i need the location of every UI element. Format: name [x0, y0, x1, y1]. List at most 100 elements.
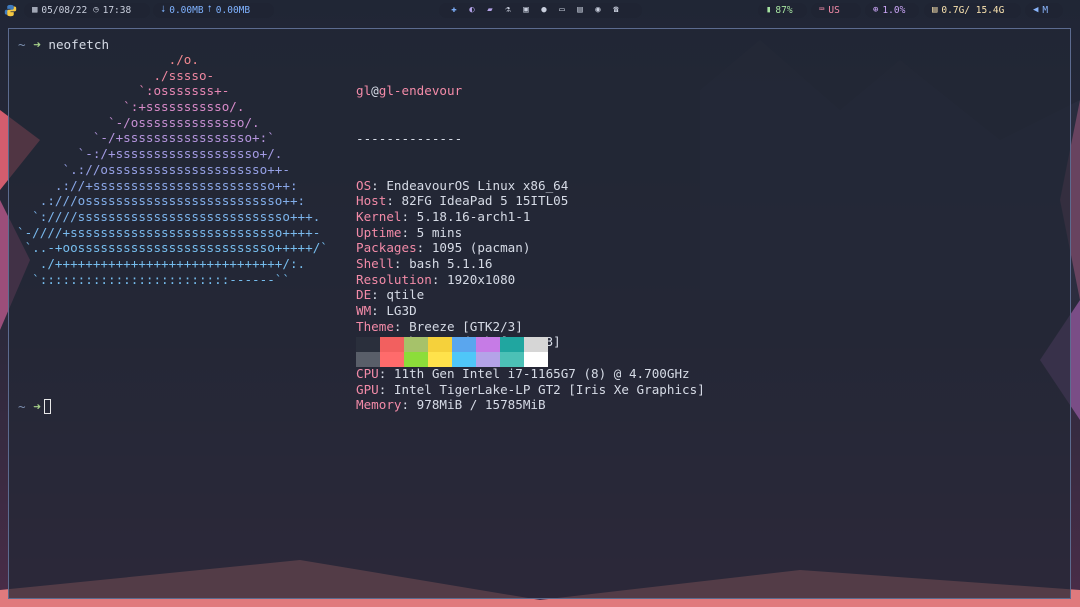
- folder-icon[interactable]: ▰: [481, 3, 499, 18]
- ascii-logo: ./o. ./sssso- `:osssssss+- `:+ssssssssss…: [17, 52, 328, 287]
- python-logo-icon[interactable]: [1, 2, 19, 19]
- telegram-icon[interactable]: ◉: [589, 3, 607, 18]
- info-key: Packages: [356, 240, 417, 256]
- memory-icon: ▤: [932, 5, 938, 15]
- info-key: Kernel: [356, 208, 402, 224]
- cpu-text: 1.0%: [882, 5, 906, 16]
- top-bar: ▦ 05/08/22 ◷ 17:38 ⭣ 0.00MB ⭡ 0.00MB ✚ ◐…: [0, 0, 1080, 22]
- note-icon[interactable]: ▤: [571, 3, 589, 18]
- cpu-widget[interactable]: ⊕ 1.0%: [865, 3, 919, 18]
- ascii-line: ./++++++++++++++++++++++++++++++/:.: [17, 255, 306, 271]
- info-colon: :: [401, 224, 417, 240]
- info-value: 5.18.16-arch1-1: [416, 208, 531, 224]
- text-cursor[interactable]: [43, 399, 51, 414]
- at-sign: @: [371, 83, 379, 99]
- info-value: 978MiB / 15785MiB: [416, 397, 546, 413]
- ascii-line: `:+sssssssssso/.: [17, 99, 245, 115]
- info-line: Packages: 1095 (pacman): [356, 240, 705, 256]
- prompt-dir: ~: [18, 37, 26, 52]
- info-list: OS: EndeavourOS Linux x86_64 Host: 82FG I…: [356, 178, 705, 413]
- ascii-line: `-:/+sssssssssssssssssso+/.: [17, 146, 283, 162]
- palette-row-bottom: [356, 352, 548, 367]
- info-value: EndeavourOS Linux x86_64: [386, 177, 569, 193]
- info-colon: :: [378, 381, 394, 397]
- info-value: 5 mins: [416, 224, 463, 240]
- info-line: Resolution: 1920x1080: [356, 272, 705, 288]
- color-swatch: [476, 337, 500, 352]
- terminal-window[interactable]: ~ ➜ neofetch ./o. ./sssso- `:osssssss+- …: [8, 28, 1071, 599]
- info-line: DE: qtile: [356, 287, 705, 303]
- info-colon: :: [416, 240, 432, 256]
- upload-icon: ⭡: [207, 5, 212, 15]
- info-line: OS: EndeavourOS Linux x86_64: [356, 178, 705, 194]
- system-info: gl@gl-endevour -------------- OS: Endeav…: [356, 52, 705, 444]
- image-icon[interactable]: ▣: [517, 3, 535, 18]
- info-value: 82FG IdeaPad 5 15ITL05: [401, 193, 569, 209]
- ascii-line: `-/ossssssssssssso/.: [17, 114, 260, 130]
- info-value: qtile: [386, 287, 425, 303]
- firefox-icon[interactable]: ◐: [463, 3, 481, 18]
- info-line: Kernel: 5.18.16-arch1-1: [356, 209, 705, 225]
- color-swatch: [380, 352, 404, 367]
- ascii-line: `:::::::::::::::::::::::::------``: [17, 271, 290, 287]
- volume-icon: ◀: [1033, 5, 1039, 15]
- info-key: OS: [356, 177, 372, 193]
- memory-text: 0.7G/ 15.4G: [941, 5, 1005, 16]
- second-prompt-line[interactable]: ~ ➜: [18, 399, 51, 415]
- prompt-arrow-icon-2: ➜: [33, 399, 41, 414]
- prompt-dir-2: ~: [18, 399, 26, 414]
- info-colon: :: [393, 256, 410, 272]
- info-value: 1095 (pacman): [431, 240, 531, 256]
- ascii-line: .://+ssssssssssssssssssssssso++:: [17, 177, 298, 193]
- info-key: Uptime: [356, 224, 402, 240]
- info-key: CPU: [356, 365, 379, 381]
- monitor-icon[interactable]: ▭: [553, 3, 571, 18]
- info-line: WM: LG3D: [356, 303, 705, 319]
- time-text: 17:38: [102, 5, 132, 16]
- info-line: Memory: 978MiB / 15785MiB: [356, 397, 705, 413]
- info-line: Uptime: 5 mins: [356, 225, 705, 241]
- ascii-line: .:///ossssssssssssssssssssssssso++:: [17, 193, 306, 209]
- battery-widget[interactable]: ▮ 87%: [758, 3, 807, 18]
- info-value: Intel TigerLake-LP GT2 [Iris Xe Graphics…: [393, 381, 705, 397]
- phone-icon[interactable]: ☎: [607, 3, 625, 18]
- info-line: CPU: 11th Gen Intel i7-1165G7 (8) @ 4.70…: [356, 366, 705, 382]
- info-colon: :: [401, 208, 417, 224]
- color-swatch: [380, 337, 404, 352]
- prompt-arrow-icon: ➜: [33, 37, 41, 52]
- app-launcher: ✚ ◐ ▰ ⚗ ▣ ● ▭ ▤ ◉ ☎: [439, 3, 642, 18]
- color-swatch: [452, 337, 476, 352]
- network-widget[interactable]: ⭣ 0.00MB ⭡ 0.00MB: [153, 3, 274, 18]
- hostname: gl-endevour: [378, 83, 463, 99]
- github-icon[interactable]: ●: [535, 3, 553, 18]
- net-up-text: 0.00MB: [215, 5, 251, 16]
- info-value: LG3D: [386, 303, 417, 319]
- color-swatch: [404, 352, 428, 367]
- color-swatch: [476, 352, 500, 367]
- download-icon: ⭣: [161, 5, 166, 15]
- info-value: 1920x1080: [447, 271, 516, 287]
- color-swatch: [452, 352, 476, 367]
- ascii-line: `..-+oossssssssssssssssssssssssso+++++/`: [17, 240, 328, 256]
- color-swatch: [428, 337, 452, 352]
- color-swatch: [500, 337, 524, 352]
- volume-widget[interactable]: ◀ M: [1025, 3, 1063, 18]
- ascii-line: `:osssssss+-: [17, 83, 230, 99]
- color-swatch: [524, 352, 548, 367]
- menu-icon[interactable]: ✚: [445, 3, 463, 18]
- cpu-icon: ⊕: [873, 5, 879, 15]
- info-key: Resolution: [356, 271, 432, 287]
- flask-icon[interactable]: ⚗: [499, 3, 517, 18]
- info-line: Host: 82FG IdeaPad 5 15ITL05: [356, 193, 705, 209]
- color-swatch: [428, 352, 452, 367]
- color-swatch: [356, 352, 380, 367]
- volume-text: M: [1042, 5, 1049, 16]
- info-colon: :: [401, 397, 417, 413]
- memory-widget[interactable]: ▤ 0.7G/ 15.4G: [924, 3, 1021, 18]
- ascii-line: ./sssso-: [17, 67, 215, 83]
- keyboard-widget[interactable]: ⌨ US: [811, 3, 861, 18]
- color-swatch: [404, 337, 428, 352]
- info-colon: :: [371, 303, 387, 319]
- info-colon: :: [371, 287, 387, 303]
- datetime-widget[interactable]: ▦ 05/08/22 ◷ 17:38: [24, 3, 150, 18]
